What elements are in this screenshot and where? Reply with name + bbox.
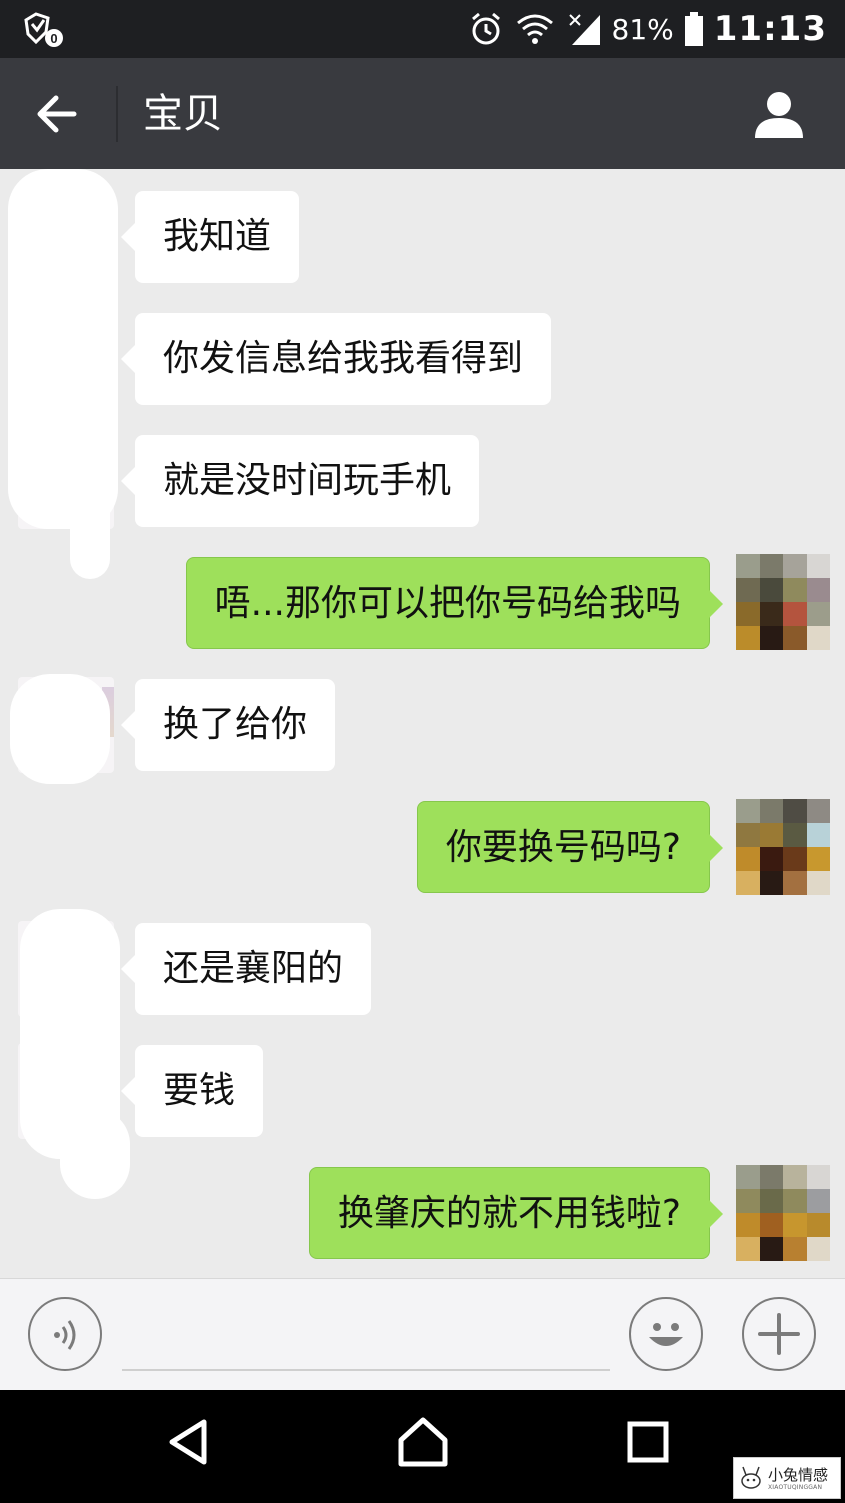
redaction-scribble [8,169,118,529]
plus-icon [758,1313,800,1355]
message-bubble-outgoing[interactable]: 你要换号码吗? [416,801,724,893]
redaction-scribble [60,1109,130,1199]
redaction-scribble [70,489,110,579]
message-bubble-incoming[interactable]: 你发信息给我我看得到 [120,313,552,405]
chat-header: 宝贝 [0,58,845,169]
voice-icon [54,1320,76,1350]
message-input[interactable] [122,1369,610,1371]
message-bubble-incoming[interactable]: 换了给你 [120,679,336,771]
emoji-icon [649,1323,683,1346]
message-bubble-incoming[interactable]: 我知道 [120,191,300,283]
signal-icon [568,14,600,45]
message-list: 我知道 你发信息给我我看得到 就是没时间玩手机 唔...那你可以把你号码给我吗 … [0,169,845,1278]
battery-percent: 81% [611,12,674,46]
message-bubble-outgoing[interactable]: 换肇庆的就不用钱啦? [308,1167,724,1259]
page-title: 宝贝 [143,91,223,137]
watermark-text: 小兔情感 [768,1465,829,1484]
nav-back-icon[interactable] [160,1412,220,1472]
input-bar [0,1278,845,1390]
system-nav-bar [0,1390,845,1503]
shield-icon: 0 [24,12,63,47]
message-bubble-incoming[interactable]: 还是襄阳的 [120,923,372,1015]
wifi-icon [516,14,553,44]
status-bar: 0 81% 11:13 [0,0,845,58]
emoji-button[interactable] [629,1297,703,1371]
my-avatar[interactable] [736,799,830,895]
redaction-scribble [10,674,110,784]
voice-button[interactable] [28,1297,102,1371]
message-bubble-incoming[interactable]: 要钱 [120,1045,264,1137]
svg-text:0: 0 [50,31,57,46]
nav-home-icon[interactable] [393,1412,453,1472]
header-divider [116,86,118,142]
rabbit-logo-icon [741,1466,761,1489]
message-bubble-outgoing[interactable]: 唔...那你可以把你号码给我吗 [185,557,724,649]
more-button[interactable] [742,1297,816,1371]
message-bubble-incoming[interactable]: 就是没时间玩手机 [120,435,480,527]
my-avatar[interactable] [736,554,830,650]
person-icon[interactable] [751,86,807,142]
battery-icon [684,12,703,46]
alarm-icon [471,12,500,45]
watermark: 小兔情感 XIAOTUQINGGAN [733,1457,841,1499]
watermark-subtext: XIAOTUQINGGAN [768,1483,823,1491]
clock: 11:13 [713,9,827,49]
nav-recents-icon[interactable] [618,1412,678,1472]
arrow-left-icon[interactable] [30,86,86,142]
my-avatar[interactable] [736,1165,830,1261]
